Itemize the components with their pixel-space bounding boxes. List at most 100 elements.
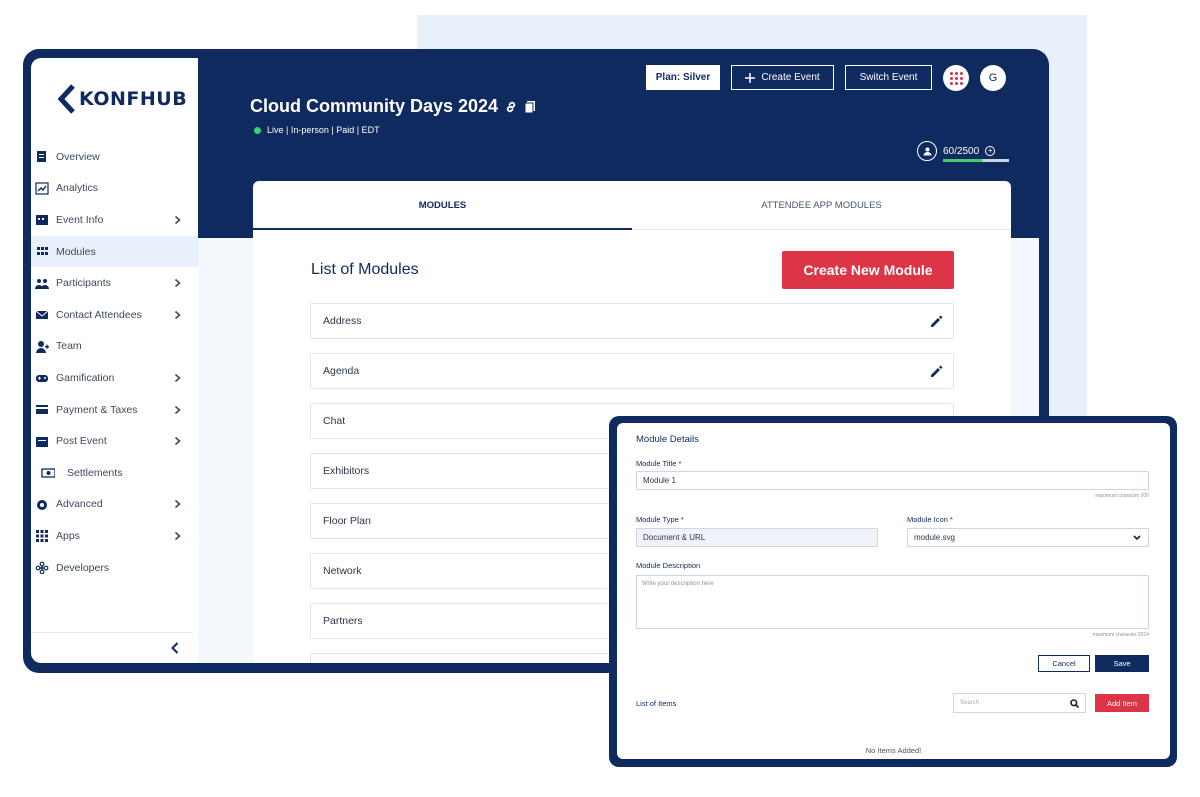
edit-pencil-icon[interactable]: [930, 365, 943, 378]
event-status: Live | In-person | Paid | EDT: [254, 125, 380, 135]
sidebar-item-label: Contact Attendees: [56, 308, 142, 321]
module-name: Floor Plan: [323, 515, 371, 527]
event-info-icon: [35, 213, 49, 226]
sidebar: KONFHUB Overview Analytics Event Info Modul…: [31, 58, 198, 663]
analytics-icon: [35, 182, 49, 195]
save-button[interactable]: Save: [1095, 655, 1149, 672]
module-type-label: Module Type *: [636, 515, 684, 524]
module-type-input[interactable]: Document & URL: [636, 528, 878, 547]
chevron-right-icon: [174, 405, 181, 414]
sidebar-item-participants[interactable]: Participants: [31, 267, 198, 299]
apps-grid-button[interactable]: [943, 65, 969, 91]
module-description-label: Module Description: [636, 561, 701, 570]
search-icon[interactable]: [1070, 699, 1080, 709]
chevron-right-icon: [174, 437, 181, 446]
chevron-right-icon: [174, 310, 181, 319]
sidebar-item-label: Team: [56, 340, 82, 353]
sidebar-item-label: Settlements: [67, 466, 123, 479]
sidebar-item-overview[interactable]: Overview: [31, 141, 198, 173]
tab-attendee-app-modules[interactable]: ATTENDEE APP MODULES: [632, 181, 1011, 229]
sidebar-item-label: Analytics: [56, 182, 99, 195]
cancel-button[interactable]: Cancel: [1038, 655, 1090, 672]
create-event-button[interactable]: Create Event: [731, 65, 834, 90]
team-icon: [35, 340, 49, 353]
chevron-right-icon: [174, 500, 181, 509]
module-icon-value: module.svg: [914, 533, 955, 542]
capacity-indicator: 60/2500 +: [917, 141, 996, 161]
link-icon[interactable]: [504, 100, 518, 114]
sidebar-item-label: Participants: [56, 277, 111, 290]
advanced-icon: [35, 498, 49, 511]
sidebar-item-advanced[interactable]: Advanced: [31, 489, 198, 521]
copy-icon[interactable]: [524, 100, 536, 114]
list-of-items-label: List of Items: [636, 699, 677, 708]
sidebar-item-label: Payment & Taxes: [56, 403, 138, 416]
module-row[interactable]: Agenda: [310, 353, 954, 389]
module-title-input[interactable]: Module 1: [636, 471, 1149, 490]
module-name: Exhibitors: [323, 465, 370, 477]
chevron-right-icon: [174, 215, 181, 225]
user-avatar[interactable]: G: [980, 65, 1006, 91]
edit-pencil-icon[interactable]: [930, 315, 943, 328]
contact-attendees-icon: [35, 308, 49, 321]
description-hint: maximum character 2024: [1092, 632, 1149, 638]
participants-icon: [35, 277, 49, 290]
sidebar-item-label: Post Event: [56, 435, 107, 448]
apps-icon: [35, 529, 49, 543]
sidebar-item-settlements[interactable]: Settlements: [31, 457, 198, 489]
modules-icon: [35, 245, 49, 258]
sidebar-item-apps[interactable]: Apps: [31, 520, 198, 552]
sidebar-item-modules[interactable]: Modules: [31, 235, 198, 268]
sidebar-item-developers[interactable]: Developers: [31, 552, 198, 584]
chevron-right-icon: [174, 279, 181, 288]
list-of-modules-title: List of Modules: [311, 261, 419, 278]
module-name: Partners: [323, 615, 363, 627]
sidebar-nav: Overview Analytics Event Info Modules Partic…: [31, 141, 198, 583]
capacity-text: 60/2500: [943, 145, 980, 157]
module-title-label: Module Title *: [636, 459, 682, 468]
module-description-textarea[interactable]: Write your description here: [636, 575, 1149, 629]
capacity-progress-bar: [943, 159, 1009, 162]
gamification-icon: [35, 371, 49, 384]
module-name: Address: [323, 315, 362, 327]
plus-icon: [745, 72, 756, 83]
chevron-down-icon: [1133, 534, 1141, 541]
sidebar-item-contact-attendees[interactable]: Contact Attendees: [31, 299, 198, 331]
sidebar-item-gamification[interactable]: Gamification: [31, 362, 198, 394]
event-status-text: Live | In-person | Paid | EDT: [267, 125, 380, 135]
chevron-left-icon: [171, 642, 179, 654]
sidebar-item-label: Apps: [56, 529, 80, 542]
add-item-button[interactable]: Add Item: [1095, 694, 1149, 712]
create-event-label: Create Event: [761, 72, 820, 83]
modal-title: Module Details: [636, 434, 699, 445]
sidebar-item-team[interactable]: Team: [31, 331, 198, 363]
capacity-progress-fill: [943, 159, 1009, 162]
chevron-right-icon: [174, 531, 181, 541]
search-placeholder: Search: [960, 700, 980, 706]
module-name: Chat: [323, 415, 346, 427]
grid-dots-icon: [949, 71, 963, 85]
sidebar-item-payment-taxes[interactable]: Payment & Taxes: [31, 394, 198, 426]
items-search-input[interactable]: Search: [953, 693, 1086, 713]
sidebar-item-label: Modules: [56, 245, 96, 258]
sidebar-collapse-button[interactable]: [31, 632, 193, 663]
module-icon-select[interactable]: module.svg: [907, 528, 1149, 547]
overview-icon: [35, 150, 49, 163]
module-row[interactable]: Address: [310, 303, 954, 339]
developers-icon: [35, 561, 49, 575]
sidebar-item-post-event[interactable]: Post Event: [31, 425, 198, 457]
payment-icon: [35, 403, 49, 416]
sidebar-item-analytics[interactable]: Analytics: [31, 173, 198, 205]
create-new-module-button[interactable]: Create New Module: [782, 251, 954, 289]
tab-modules[interactable]: MODULES: [253, 181, 632, 230]
sidebar-item-event-info[interactable]: Event Info: [31, 204, 198, 236]
attendees-icon: [917, 141, 937, 161]
add-capacity-icon[interactable]: +: [985, 146, 996, 156]
sidebar-item-label: Developers: [56, 561, 110, 574]
brand-logo[interactable]: KONFHUB: [57, 84, 187, 114]
konfhub-logo-icon: [57, 84, 75, 114]
module-details-modal: Module Details Module Title * Module 1 m…: [617, 423, 1170, 759]
plan-badge-button[interactable]: Plan: Silver: [646, 65, 720, 90]
switch-event-button[interactable]: Switch Event: [845, 65, 932, 90]
module-name: Network: [323, 565, 362, 577]
